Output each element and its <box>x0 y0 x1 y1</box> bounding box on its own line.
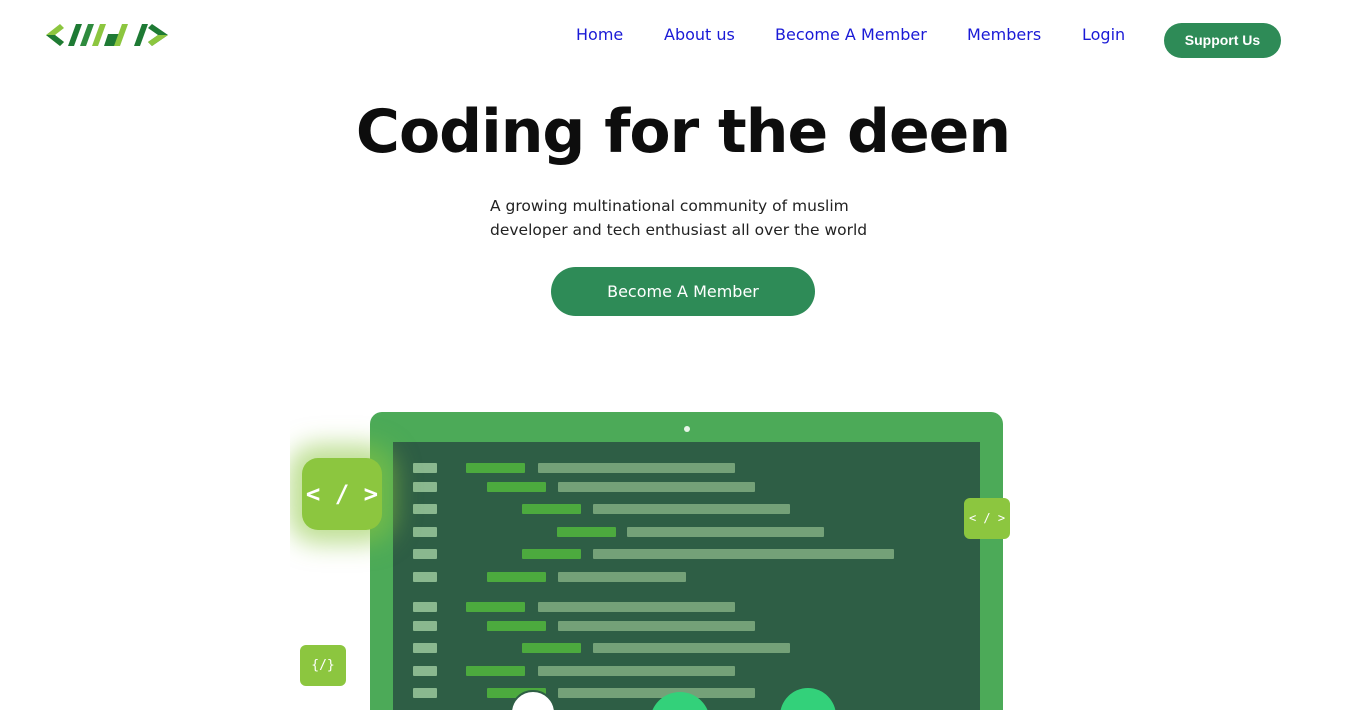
hero-subtitle-line-1: A growing multinational community of mus… <box>490 197 849 215</box>
hero-subtitle: A growing multinational community of mus… <box>490 194 910 242</box>
become-member-button[interactable]: Become A Member <box>551 267 815 316</box>
laptop-screen <box>393 442 980 710</box>
nav-members[interactable]: Members <box>967 24 1041 46</box>
nav-become-member[interactable]: Become A Member <box>775 24 927 46</box>
nav-about-us[interactable]: About us <box>664 24 735 46</box>
hero-illustration: < / > < / > {/} <box>290 400 1030 710</box>
support-us-button[interactable]: Support Us <box>1164 23 1281 58</box>
code-tag-badge-main: < / > <box>302 458 382 530</box>
hero-title: Coding for the deen <box>355 97 1011 167</box>
nav-home[interactable]: Home <box>576 24 623 46</box>
laptop-camera <box>684 426 690 432</box>
code-braces-badge-left: {/} <box>300 645 346 686</box>
laptop-illustration <box>370 412 1003 710</box>
main-nav: Home About us Become A Member Members Lo… <box>0 24 1366 48</box>
nav-login[interactable]: Login <box>1082 24 1125 46</box>
code-tag-badge-right: < / > <box>964 498 1010 539</box>
hero-subtitle-line-2: developer and tech enthusiast all over t… <box>490 221 868 239</box>
